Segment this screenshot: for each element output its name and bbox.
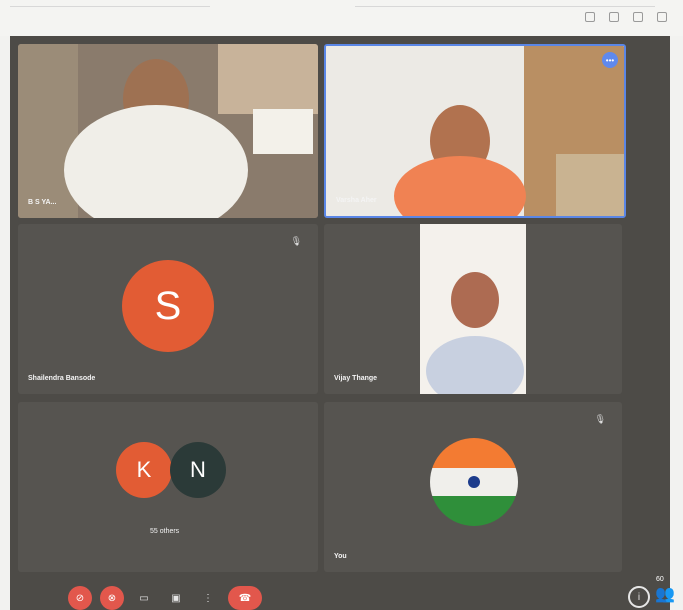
window-icon[interactable] (609, 12, 619, 22)
participant-video (18, 44, 318, 218)
expand-icon[interactable] (633, 12, 643, 22)
present-icon[interactable]: ▣ (164, 586, 188, 610)
participant-name: Shailendra Bansode (28, 375, 96, 382)
participant-name: You (334, 553, 347, 560)
mic-off-icon[interactable]: ⊘ (68, 586, 92, 610)
info-icon[interactable]: i (628, 586, 650, 608)
participant-name: Vijay Thange (334, 375, 378, 382)
you-tile[interactable]: You 🎙 (324, 402, 622, 572)
top-divider (355, 6, 655, 7)
participant-tile-b-s-ya[interactable]: B S YA... (18, 44, 318, 218)
avatar-n: N (170, 442, 226, 498)
tab-icon[interactable] (585, 12, 595, 22)
participant-video (326, 46, 624, 216)
you-avatar-image (430, 438, 518, 526)
camera-off-icon[interactable]: ⊗ (100, 586, 124, 610)
settings-icon[interactable] (657, 12, 667, 22)
avatar-s: S (122, 260, 214, 352)
participant-tile-varsha-aher[interactable]: ••• Varsha Aher (324, 44, 626, 218)
browser-bar (0, 0, 683, 36)
others-count: 55 others (150, 528, 180, 535)
people-icon[interactable]: 👥 (655, 584, 675, 604)
others-tile[interactable]: K N 55 others (18, 402, 318, 572)
browser-icons (585, 12, 667, 22)
participant-tile-vijay-thange[interactable]: Vijay Thange (324, 224, 622, 394)
captions-icon[interactable]: ▭ (132, 586, 156, 610)
participant-name: Varsha Aher (336, 197, 377, 204)
meeting-stage: B S YA... ••• Varsha Aher S Shailendra B… (10, 36, 675, 610)
more-vert-icon[interactable]: ⋮ (196, 586, 220, 610)
participant-tile-shailendra[interactable]: S Shailendra Bansode 🎙 (18, 224, 318, 394)
hangup-icon[interactable]: ☎ (228, 586, 262, 610)
participant-name: B S YA... (28, 199, 57, 206)
mic-off-icon: 🎙 (594, 414, 606, 424)
avatar-k: K (116, 442, 172, 498)
mic-off-icon: 🎙 (290, 236, 302, 246)
participant-video (420, 224, 526, 394)
more-options-icon[interactable]: ••• (602, 52, 618, 68)
people-count: 60 (656, 576, 664, 583)
top-divider (10, 6, 210, 7)
